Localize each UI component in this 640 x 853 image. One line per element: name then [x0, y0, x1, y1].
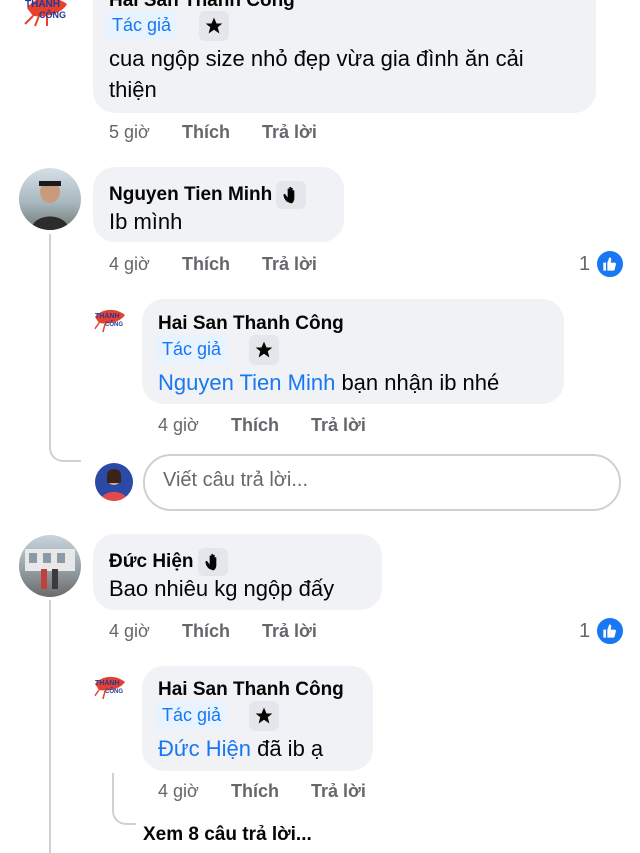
shrimp-logo-icon: THÀNH CÔNG: [93, 676, 125, 700]
reply-link[interactable]: Trả lời: [262, 254, 317, 275]
like-link[interactable]: Thích: [231, 781, 279, 802]
person-photo-icon: [31, 181, 69, 230]
person-photo-icon: [25, 549, 75, 589]
comment-time[interactable]: 5 giờ: [109, 122, 150, 143]
shrimp-logo-icon: THÀNH CÔNG: [24, 0, 67, 27]
thread-line: [49, 600, 51, 853]
reply-time[interactable]: 4 giờ: [158, 781, 199, 802]
like-thumb-icon[interactable]: [595, 616, 625, 646]
comment-text: Bao nhiêu kg ngộp đấy: [109, 576, 335, 601]
like-link[interactable]: Thích: [182, 621, 230, 642]
reply-text: Nguyen Tien Minh bạn nhận ib nhé: [158, 370, 500, 395]
star-icon: [199, 11, 229, 41]
avatar-hai-san-3[interactable]: THÀNH CÔNG: [91, 664, 131, 704]
svg-text:CÔNG: CÔNG: [105, 687, 123, 695]
mention-link[interactable]: Đức Hiện: [158, 736, 251, 761]
svg-text:CÔNG: CÔNG: [105, 320, 123, 328]
star-icon: [249, 335, 279, 365]
comment-time[interactable]: 4 giờ: [109, 621, 150, 642]
comment-text: cua ngộp size nhỏ đẹp vừa gia đình ăn cả…: [109, 46, 524, 71]
like-count[interactable]: 1: [579, 253, 590, 276]
avatar-nguyen-tien-minh[interactable]: [19, 168, 81, 230]
wave-icon: [197, 548, 228, 576]
like-link[interactable]: Thích: [182, 254, 230, 275]
reply-text: Đức Hiện đã ib ạ: [158, 736, 324, 761]
author-badge: Tác giả: [156, 335, 228, 363]
comment-text: Ib mình: [109, 209, 183, 234]
wave-icon: [276, 181, 307, 209]
thread-line: [49, 234, 81, 462]
avatar-hai-san-2[interactable]: THÀNH CÔNG: [91, 297, 131, 337]
svg-text:THÀNH: THÀNH: [25, 0, 60, 10]
reply-input[interactable]: Viết câu trả lời...: [143, 454, 621, 511]
mention-link[interactable]: Nguyen Tien Minh: [158, 370, 335, 395]
reply-time[interactable]: 4 giờ: [158, 415, 199, 436]
avatar-duc-hien[interactable]: [19, 535, 81, 597]
shrimp-logo-icon: THÀNH CÔNG: [93, 309, 125, 333]
like-thumb-icon[interactable]: [595, 249, 625, 279]
comment-author[interactable]: Nguyen Tien Minh: [109, 181, 307, 209]
view-more-replies-link[interactable]: Xem 8 câu trả lời...: [143, 824, 312, 846]
reply-link[interactable]: Trả lời: [262, 621, 317, 642]
reply-link[interactable]: Trả lời: [311, 781, 366, 802]
author-badge: Tác giả: [106, 11, 178, 39]
comment-author[interactable]: Đức Hiện: [109, 548, 228, 576]
reply-link[interactable]: Trả lời: [311, 415, 366, 436]
author-badge: Tác giả: [156, 701, 228, 729]
like-link[interactable]: Thích: [182, 122, 230, 143]
svg-text:THÀNH: THÀNH: [95, 678, 120, 687]
svg-text:THÀNH: THÀNH: [95, 311, 120, 320]
star-icon: [249, 701, 279, 731]
svg-text:CÔNG: CÔNG: [39, 9, 66, 20]
reply-author[interactable]: Hai San Thanh Công: [158, 313, 344, 335]
comment-time[interactable]: 4 giờ: [109, 254, 150, 275]
current-user-avatar: [95, 463, 133, 501]
thread-line-nested: [112, 773, 136, 825]
comment-text-line2: thiện: [109, 77, 157, 102]
reply-placeholder: Viết câu trả lời...: [163, 469, 309, 491]
person-photo-icon: [100, 469, 128, 501]
like-count[interactable]: 1: [579, 620, 590, 643]
avatar-hai-san-1[interactable]: THÀNH CÔNG: [19, 0, 77, 36]
like-link[interactable]: Thích: [231, 415, 279, 436]
reply-link[interactable]: Trả lời: [262, 122, 317, 143]
reply-author[interactable]: Hai San Thanh Công: [158, 679, 344, 701]
